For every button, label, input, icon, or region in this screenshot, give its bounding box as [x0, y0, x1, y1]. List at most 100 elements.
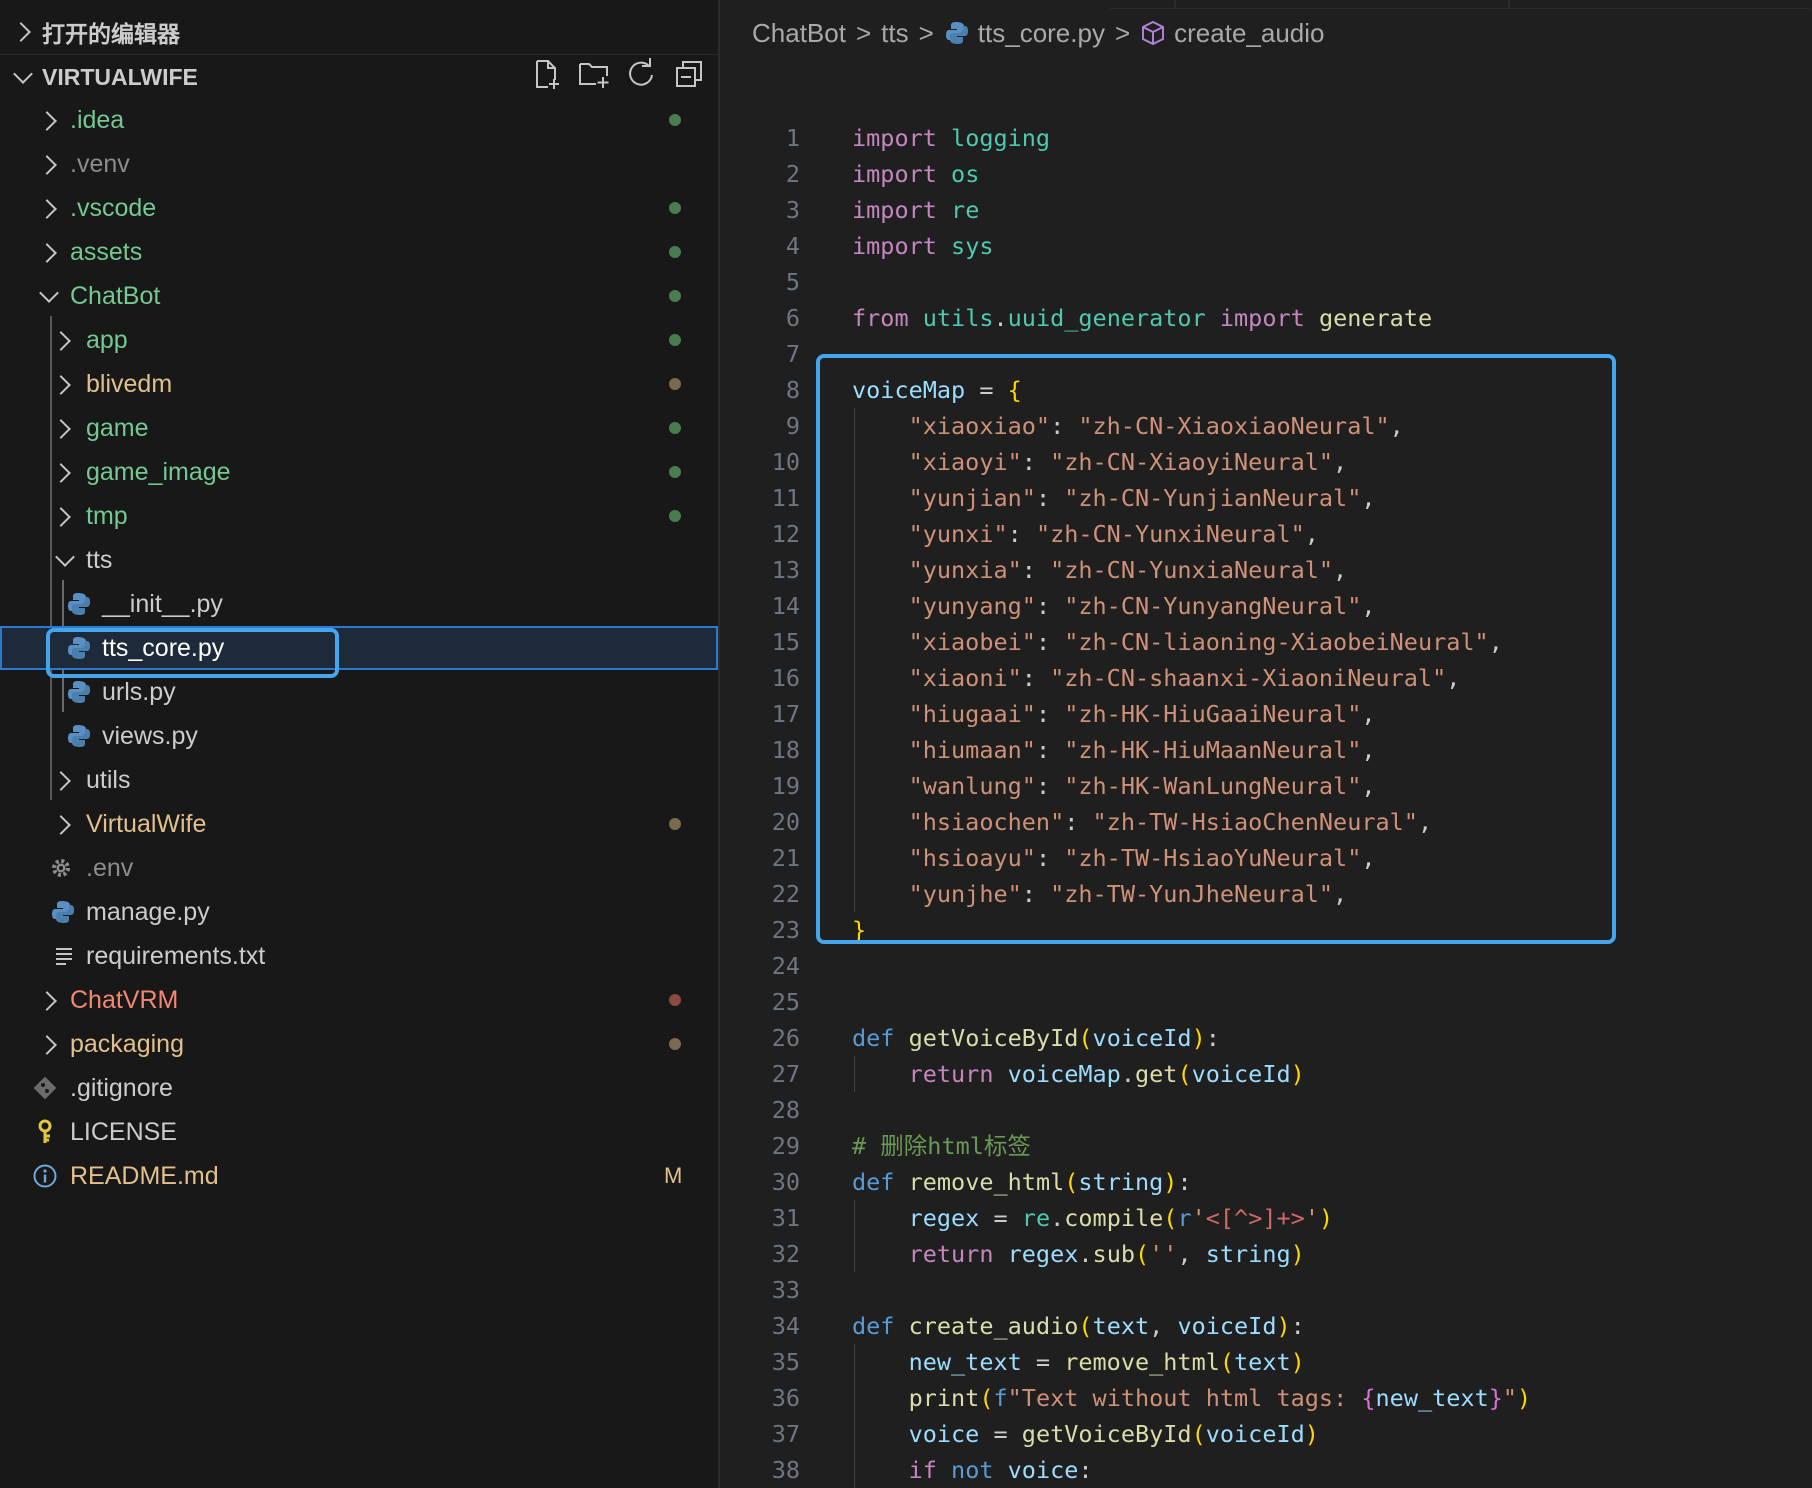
tree-item-label: blivedm — [86, 370, 173, 398]
code-line[interactable]: 27 return voiceMap.get(voiceId) — [720, 1056, 1812, 1092]
code-token: compile — [1064, 1204, 1164, 1232]
tree-item-init-py[interactable]: __init__.py — [0, 582, 718, 626]
code-line[interactable]: 1 import logging — [720, 120, 1812, 156]
chevron-right-icon — [37, 1035, 57, 1055]
line-number: 1 — [785, 124, 800, 152]
code-token: = — [979, 1204, 1022, 1232]
code-line[interactable]: 26 def getVoiceById(voiceId): — [720, 1020, 1812, 1056]
tree-item-tmp[interactable]: tmp — [0, 494, 718, 538]
line-number: 32 — [771, 1240, 800, 1268]
code-token: import — [852, 160, 937, 188]
tree-item-license[interactable]: LICENSE — [0, 1110, 718, 1154]
code-line[interactable]: 4 import sys — [720, 228, 1812, 264]
code-line[interactable]: 3 import re — [720, 192, 1812, 228]
breadcrumb-item-folder[interactable]: tts — [881, 18, 908, 49]
tree-item-idea[interactable]: .idea — [0, 98, 718, 142]
tree-item-label: tts — [86, 546, 113, 574]
tree-item-chatvrm[interactable]: ChatVRM — [0, 978, 718, 1022]
tree-item-venv[interactable]: .venv — [0, 142, 718, 186]
git-icon — [33, 1076, 57, 1100]
chevron-right-icon — [51, 507, 71, 527]
code-line[interactable]: 34 def create_audio(text, voiceId): — [720, 1308, 1812, 1344]
workspace-label: VIRTUALWIFE — [42, 63, 198, 90]
code-line[interactable]: 28 — [720, 1092, 1812, 1128]
tree-item-label: .vscode — [70, 194, 157, 222]
code-line[interactable]: 32 return regex.sub('', string) — [720, 1236, 1812, 1272]
code-line[interactable]: 35 new_text = remove_html(text) — [720, 1344, 1812, 1380]
code-line[interactable]: 29 # 删除html标签 — [720, 1128, 1812, 1164]
line-number: 27 — [771, 1060, 800, 1088]
tree-item-packaging[interactable]: packaging — [0, 1022, 718, 1066]
code-token: import — [852, 124, 937, 152]
code-editor[interactable]: ChatBot > tts > tts_core.py > create_aud… — [720, 0, 1812, 1488]
code-line[interactable]: 30 def remove_html(string): — [720, 1164, 1812, 1200]
breadcrumb-item-file[interactable]: tts_core.py — [978, 18, 1105, 49]
code-line[interactable]: 5 — [720, 264, 1812, 300]
line-number: 29 — [771, 1132, 800, 1160]
code-token: re — [951, 196, 980, 224]
tree-item-game[interactable]: game — [0, 406, 718, 450]
code-token: voiceMap — [1007, 1060, 1121, 1088]
code-line[interactable]: 38 if not voice: — [720, 1452, 1812, 1488]
open-editors-header[interactable]: 打开的编辑器 — [0, 12, 718, 52]
chevron-down-icon — [39, 283, 59, 303]
line-number: 10 — [771, 448, 800, 476]
code-token: f — [993, 1384, 1008, 1412]
tree-item-blivedm[interactable]: blivedm — [0, 362, 718, 406]
tree-item-gitignore[interactable]: .gitignore — [0, 1066, 718, 1110]
code-line[interactable]: 36 print(f"Text without html tags: {new_… — [720, 1380, 1812, 1416]
tree-item-utils[interactable]: utils — [0, 758, 718, 802]
tree-item-readme[interactable]: README.md M — [0, 1154, 718, 1198]
code-line[interactable]: 37 voice = getVoiceById(voiceId) — [720, 1416, 1812, 1452]
tree-item-game-image[interactable]: game_image — [0, 450, 718, 494]
tree-item-label: views.py — [102, 722, 198, 750]
workspace-header[interactable]: VIRTUALWIFE — [0, 57, 718, 97]
tree-item-tts[interactable]: tts — [0, 538, 718, 582]
new-file-icon[interactable] — [530, 58, 562, 90]
code-text: new_text = remove_html(text) — [852, 1344, 1305, 1380]
code-token: ) — [1318, 1204, 1334, 1232]
code-line[interactable]: 6 from utils.uuid_generator import genera… — [720, 300, 1812, 336]
code-token: : — [1177, 1168, 1192, 1196]
code-token: # 删除html标签 — [852, 1132, 1031, 1160]
code-line[interactable]: 31 regex = re.compile(r'<[^>]+>') — [720, 1200, 1812, 1236]
code-line[interactable]: 2 import os — [720, 156, 1812, 192]
tree-item-label: tmp — [86, 502, 128, 530]
code-token: regex — [908, 1204, 980, 1232]
breadcrumb-item-symbol[interactable]: create_audio — [1174, 18, 1324, 49]
code-line[interactable]: 24 — [720, 948, 1812, 984]
line-number: 4 — [785, 232, 800, 260]
chevron-right-icon — [37, 155, 57, 175]
tree-item-app[interactable]: app — [0, 318, 718, 362]
code-line[interactable]: 25 — [720, 984, 1812, 1020]
new-folder-icon[interactable] — [578, 58, 610, 90]
tree-item-views-py[interactable]: views.py — [0, 714, 718, 758]
tree-item-requirements-txt[interactable]: requirements.txt — [0, 934, 718, 978]
chevron-right-icon — [37, 991, 57, 1011]
refresh-icon[interactable] — [625, 58, 657, 90]
tree-item-manage-py[interactable]: manage.py — [0, 890, 718, 934]
tree-item-vscode[interactable]: .vscode — [0, 186, 718, 230]
git-status-dot — [669, 114, 681, 126]
lines-icon — [56, 948, 72, 965]
code-token: from — [852, 304, 909, 332]
line-number: 9 — [785, 412, 800, 440]
code-token: ) — [1290, 1348, 1305, 1376]
code-token: , — [1177, 1240, 1206, 1268]
tree-item-assets[interactable]: assets — [0, 230, 718, 274]
tree-item-label: packaging — [70, 1030, 184, 1058]
tree-item-label: manage.py — [86, 898, 210, 926]
tree-item-virtualwife[interactable]: VirtualWife — [0, 802, 718, 846]
collapse-all-icon[interactable] — [673, 58, 705, 90]
line-number: 16 — [771, 664, 800, 692]
code-token: text — [1234, 1348, 1291, 1376]
code-line[interactable]: 33 — [720, 1272, 1812, 1308]
code-text: voice = getVoiceById(voiceId) — [852, 1416, 1319, 1452]
tree-item-chatbot[interactable]: ChatBot — [0, 274, 718, 318]
chevron-right-icon — [11, 22, 31, 42]
breadcrumb-item-folder[interactable]: ChatBot — [752, 18, 846, 49]
tree-item-env[interactable]: .env — [0, 846, 718, 890]
